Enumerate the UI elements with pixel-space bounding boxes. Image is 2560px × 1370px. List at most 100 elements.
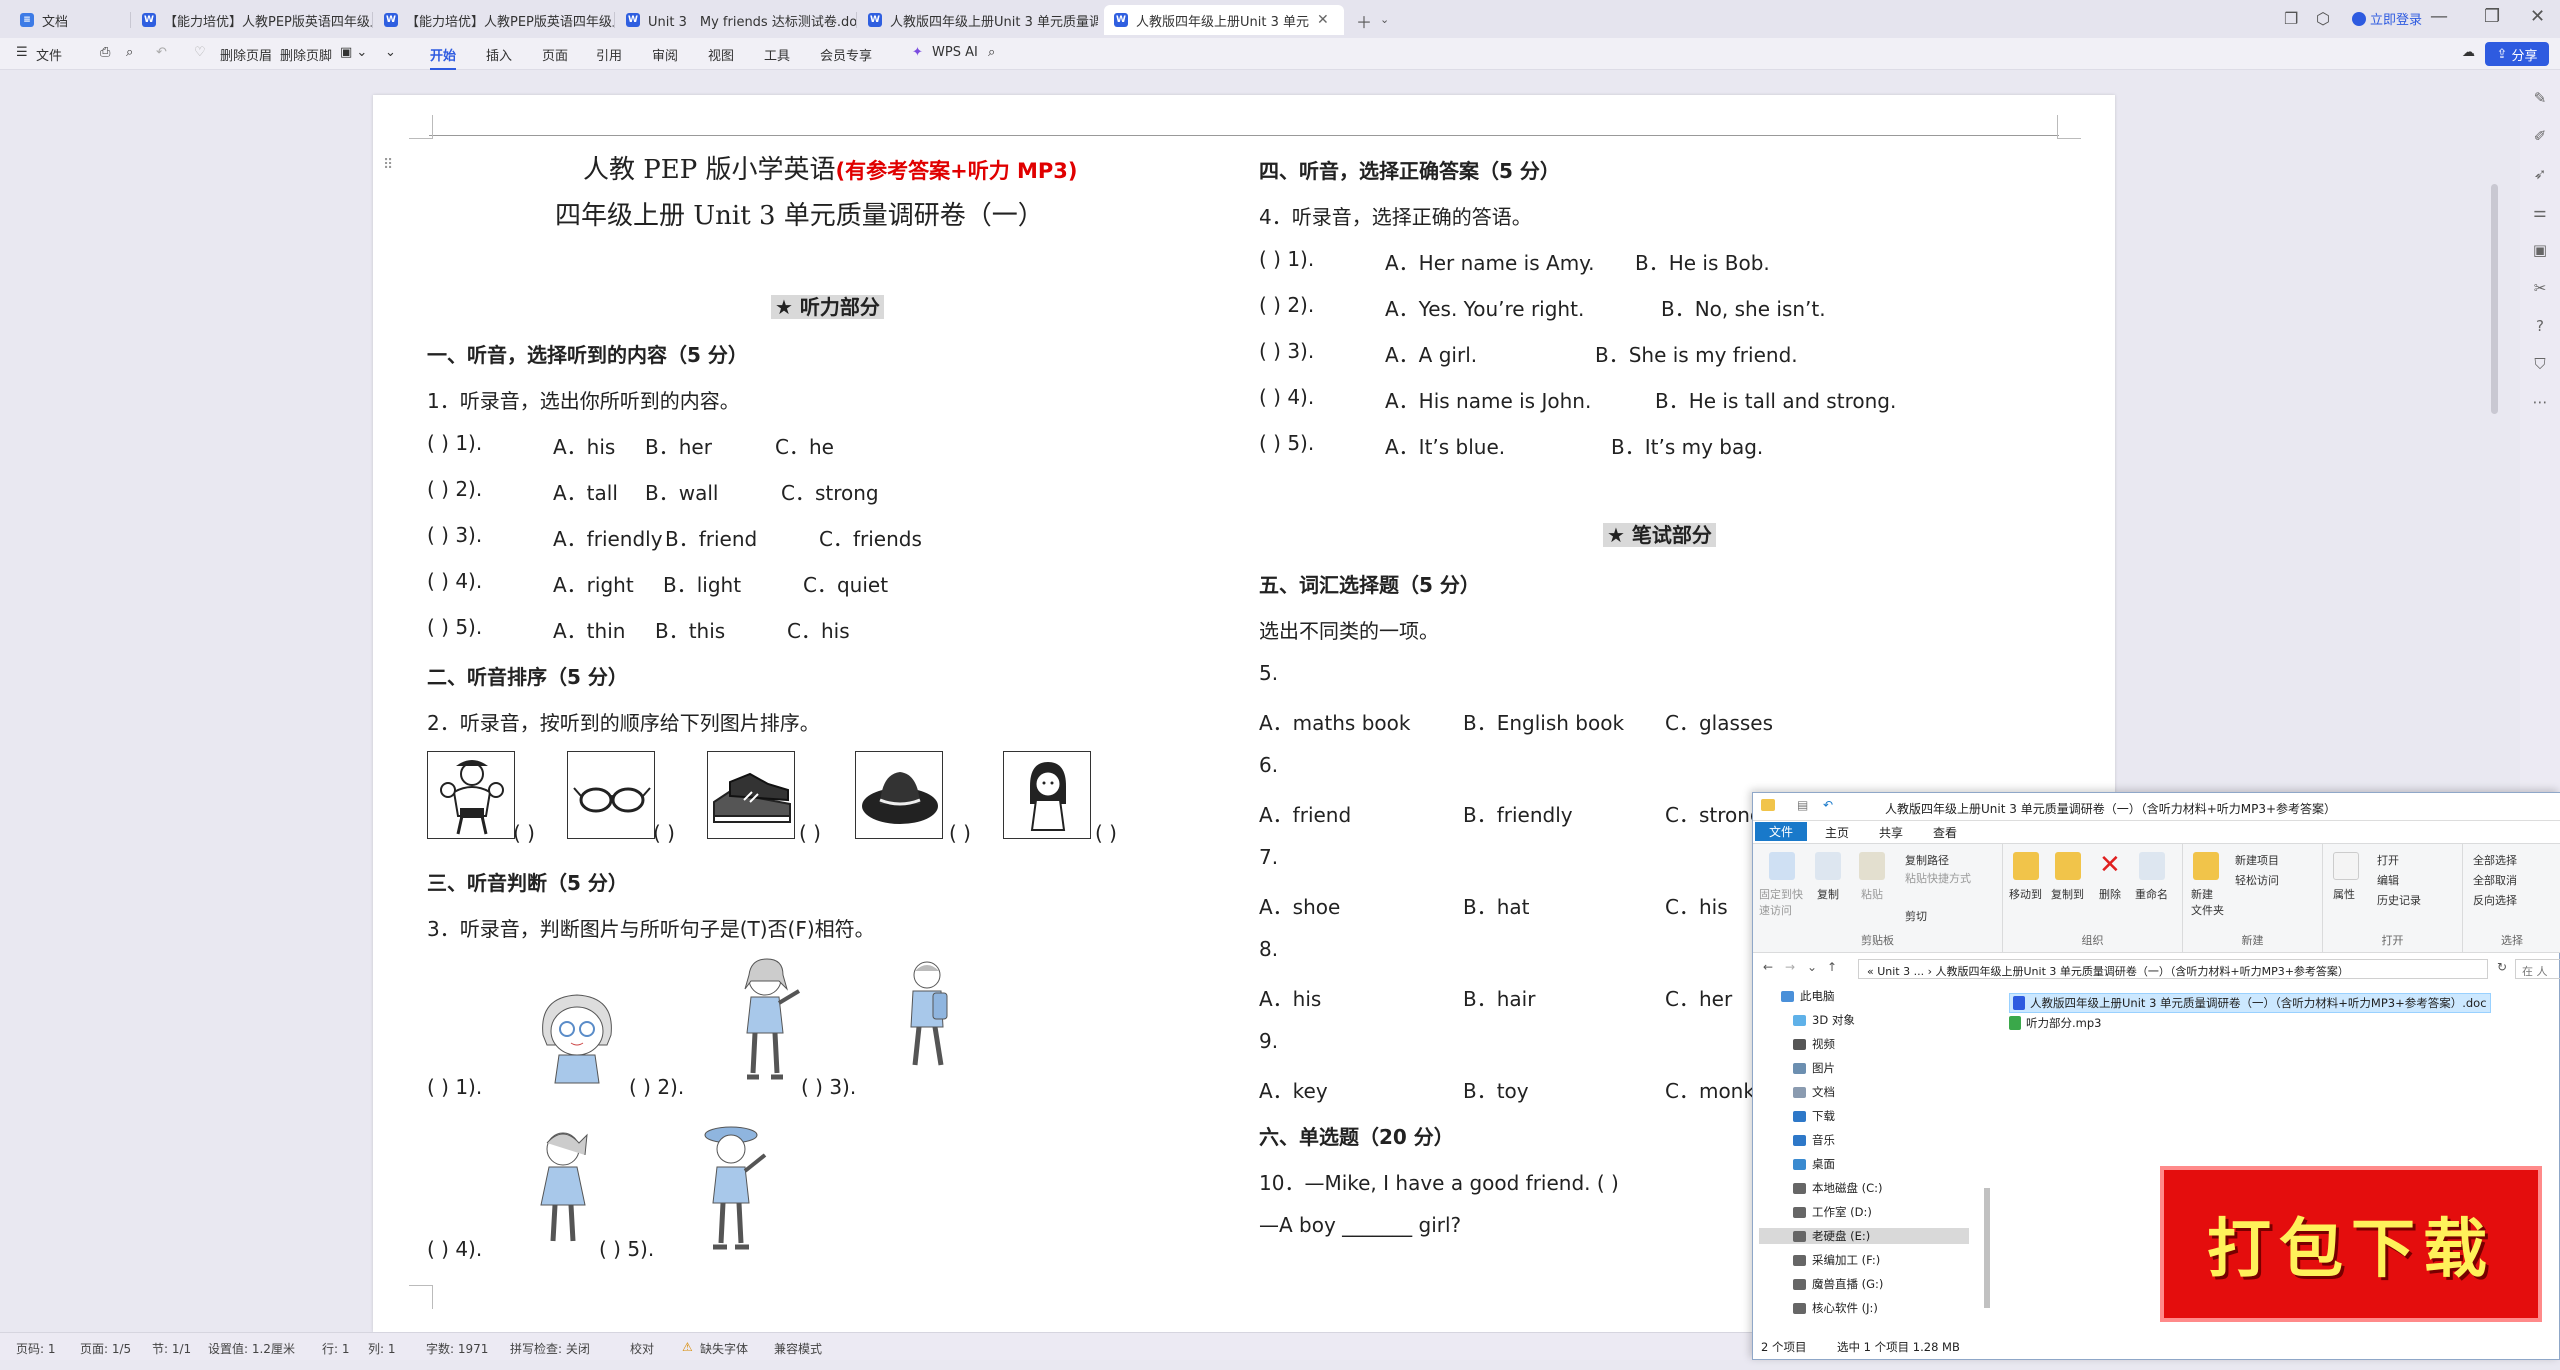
undo-icon[interactable]: ↶ xyxy=(1823,798,1833,812)
tab-doc-1[interactable]: W 【能力培优】人教PEP版英语四年级上 xyxy=(132,5,372,35)
restore-icon[interactable]: ❐ xyxy=(2484,6,2500,27)
border-icon[interactable]: ▣ ⌄ xyxy=(340,45,367,60)
status-page[interactable]: 页码: 1 xyxy=(16,1340,56,1357)
nav-item[interactable]: 桌面 xyxy=(1793,1156,1835,1172)
tab-doc-2[interactable]: W 【能力培优】人教PEP版英语四年级上 xyxy=(374,5,614,35)
nav-item-selected[interactable]: 老硬盘 (E:) xyxy=(1759,1228,1969,1244)
more-icon[interactable]: ⌄ xyxy=(385,45,396,60)
save-icon[interactable]: ⎙ xyxy=(100,45,110,60)
file-item-doc[interactable]: 人教版四年级上册Unit 3 单元质量调研卷（一）（含听力材料+听力MP3+参考… xyxy=(2009,993,2491,1013)
menu-home[interactable]: 主页 xyxy=(1825,824,1849,841)
answer-blank[interactable]: ( ) 3). xyxy=(427,523,482,547)
tab-doc-active[interactable]: W 人教版四年级上册Unit 3 单元 ✕ xyxy=(1104,5,1344,35)
nav-item[interactable]: 采编加工 (F:) xyxy=(1793,1252,1880,1268)
properties-icon[interactable]: ▤ xyxy=(1797,798,1808,812)
answer-blank[interactable]: ( ) xyxy=(1095,821,1117,845)
answer-blank[interactable]: ( ) 1). xyxy=(427,431,482,455)
status-spell[interactable]: 拼写检查: 关闭 xyxy=(510,1340,590,1357)
nav-item[interactable]: 3D 对象 xyxy=(1793,1012,1855,1028)
select-none-button[interactable]: 全部取消 xyxy=(2473,872,2517,888)
cloud-icon[interactable]: ☁ xyxy=(2462,45,2475,60)
forward-icon[interactable]: → xyxy=(1785,960,1795,974)
menu-icon[interactable]: ☰ xyxy=(16,45,28,60)
cut-button[interactable]: 剪切 xyxy=(1905,908,1927,924)
wps-ai-icon[interactable]: ✦ xyxy=(912,45,923,60)
answer-blank[interactable]: ( ) 1). xyxy=(427,1075,482,1099)
tab-tools[interactable]: 工具 xyxy=(764,45,790,64)
answer-blank[interactable]: ( ) 4). xyxy=(1259,385,1314,409)
tab-list-icon[interactable]: ⌄ xyxy=(1380,13,1389,26)
nav-item[interactable]: 魔兽直播 (G:) xyxy=(1793,1276,1883,1292)
tab-documents[interactable]: ≡ 文档 xyxy=(10,5,130,35)
edit-icon[interactable]: ✎ xyxy=(2532,90,2548,106)
window-tile-icon[interactable]: ❐ xyxy=(2284,9,2298,28)
answer-blank[interactable]: ( ) 5). xyxy=(599,1237,654,1261)
more-icon[interactable]: ⋯ xyxy=(2532,394,2548,410)
refresh-icon[interactable]: ↻ xyxy=(2497,960,2507,974)
tab-page[interactable]: 页面 xyxy=(542,45,568,64)
format-painter-icon[interactable]: ♡ xyxy=(194,45,206,60)
back-icon[interactable]: ← xyxy=(1763,960,1773,974)
answer-blank[interactable]: ( ) 5). xyxy=(427,615,482,639)
tab-insert[interactable]: 插入 xyxy=(486,45,512,64)
file-item-mp3[interactable]: 听力部分.mp3 xyxy=(2009,1015,2101,1031)
nav-item[interactable]: 音乐 xyxy=(1793,1132,1835,1148)
login-button[interactable]: 立即登录 xyxy=(2352,9,2422,28)
select-all-button[interactable]: 全部选择 xyxy=(2473,852,2517,868)
delete-button[interactable]: 删除 xyxy=(2099,886,2121,902)
answer-blank[interactable]: ( ) xyxy=(653,821,675,845)
nav-item[interactable]: 图片 xyxy=(1793,1060,1835,1076)
tab-member[interactable]: 会员专享 xyxy=(820,45,872,64)
skin-icon[interactable]: ⬡ xyxy=(2316,9,2330,28)
nav-item[interactable]: 文档 xyxy=(1793,1084,1835,1100)
status-col[interactable]: 列: 1 xyxy=(368,1340,396,1357)
nav-item[interactable]: 视频 xyxy=(1793,1036,1835,1052)
scrollbar-thumb[interactable] xyxy=(2491,184,2498,414)
search-input[interactable]: 在 人 xyxy=(2515,959,2560,979)
nav-item[interactable]: 核心软件 (J:) xyxy=(1793,1300,1878,1316)
new-item-button[interactable]: 新建项目 xyxy=(2235,852,2279,868)
properties-button[interactable]: 属性 xyxy=(2333,886,2355,902)
search-replace-icon[interactable]: ⌕ xyxy=(126,45,133,60)
search-icon[interactable]: ⌕ xyxy=(988,45,995,60)
paste-button[interactable]: 粘贴 xyxy=(1861,886,1883,902)
tab-view[interactable]: 视图 xyxy=(708,45,734,64)
status-section[interactable]: 节: 1/1 xyxy=(152,1340,191,1357)
tools-icon[interactable]: ✂ xyxy=(2532,280,2548,296)
share-button[interactable]: ⇪ 分享 xyxy=(2485,42,2549,66)
status-missing-font[interactable]: 缺失字体 xyxy=(700,1340,748,1357)
help-icon[interactable]: ? xyxy=(2532,318,2548,334)
file-menu[interactable]: 文件 xyxy=(36,45,62,64)
wps-ai-button[interactable]: WPS AI xyxy=(932,45,978,60)
copy-to-button[interactable]: 复制到 xyxy=(2051,886,2084,902)
answer-blank[interactable]: ( ) 4). xyxy=(427,569,482,593)
history-button[interactable]: 历史记录 xyxy=(2377,892,2421,908)
answer-blank[interactable]: ( ) 2). xyxy=(629,1075,684,1099)
select-icon[interactable]: ➶ xyxy=(2532,166,2548,182)
edit-button[interactable]: 编辑 xyxy=(2377,872,2399,888)
minimize-icon[interactable]: — xyxy=(2430,6,2448,27)
tab-doc-4[interactable]: W 人教版四年级上册Unit 3 单元质量调 xyxy=(858,5,1098,35)
tab-start[interactable]: 开始 xyxy=(430,45,457,70)
answer-blank[interactable]: ( ) 3). xyxy=(1259,339,1314,363)
recent-icon[interactable]: ⌄ xyxy=(1807,960,1817,974)
undo-icon[interactable]: ↶ xyxy=(156,45,167,60)
copy-path-button[interactable]: 复制路径 xyxy=(1905,852,1949,868)
menu-share[interactable]: 共享 xyxy=(1879,824,1903,841)
address-bar[interactable]: « Unit 3 ... › 人教版四年级上册Unit 3 单元质量调研卷（一）… xyxy=(1858,959,2488,979)
nav-item[interactable]: 下载 xyxy=(1793,1108,1835,1124)
close-window-icon[interactable]: ✕ xyxy=(2530,6,2545,27)
adjust-icon[interactable]: ⚌ xyxy=(2532,204,2548,220)
status-words[interactable]: 字数: 1971 xyxy=(426,1340,488,1357)
nav-scrollbar[interactable] xyxy=(1983,988,1991,1328)
nav-item[interactable]: 工作室 (D:) xyxy=(1793,1204,1872,1220)
answer-blank[interactable]: ( ) xyxy=(513,821,535,845)
status-setting[interactable]: 设置值: 1.2厘米 xyxy=(208,1340,295,1357)
menu-view[interactable]: 查看 xyxy=(1933,824,1957,841)
answer-blank[interactable]: ( ) 3). xyxy=(801,1075,856,1099)
answer-blank[interactable]: ( ) 2). xyxy=(427,477,482,501)
copy-button[interactable]: 复制 xyxy=(1817,886,1839,902)
tab-close-icon[interactable]: ✕ xyxy=(1317,12,1329,28)
easy-access-button[interactable]: 轻松访问 xyxy=(2235,872,2279,888)
image-icon[interactable]: ▣ xyxy=(2532,242,2548,258)
